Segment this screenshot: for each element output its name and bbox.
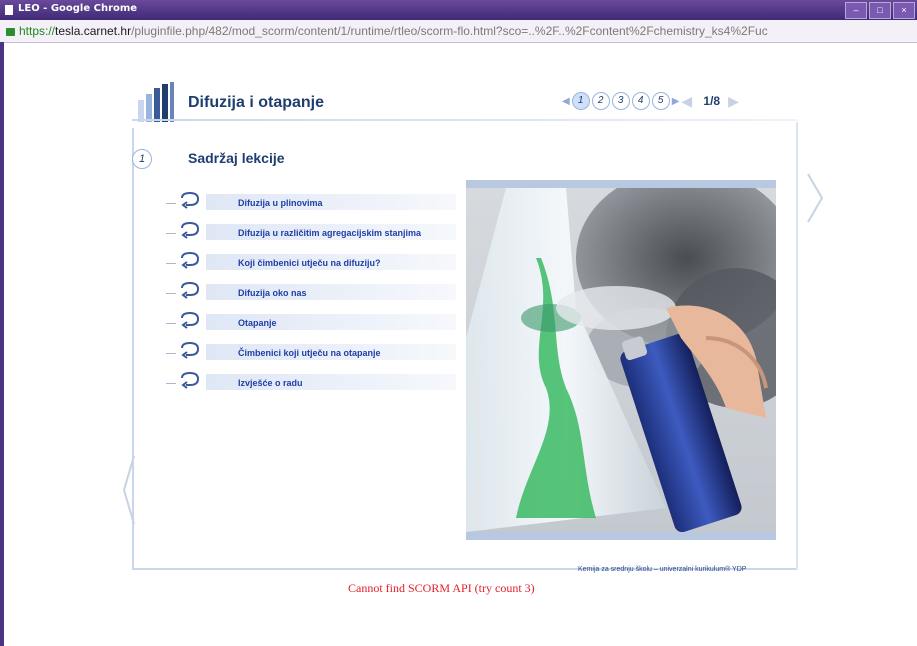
page-button-5[interactable]: 5 xyxy=(651,92,670,110)
lesson-logo-icon xyxy=(134,82,178,128)
menu-item[interactable]: Izvješće o radu xyxy=(166,370,464,400)
diffusion-illustration-image xyxy=(466,188,776,532)
page-button-4[interactable]: 4 xyxy=(631,92,650,110)
address-bar[interactable]: https://tesla.carnet.hr/pluginfile.php/4… xyxy=(0,20,917,43)
menu-item[interactable]: Otapanje xyxy=(166,310,464,340)
menu-item-label: Koji čimbenici utječu na difuziju? xyxy=(238,258,381,268)
window-controls: – □ × xyxy=(845,2,915,19)
content-frame-right xyxy=(796,122,798,570)
page-button-3[interactable]: 3 xyxy=(611,92,630,110)
pager-prev-small-icon[interactable]: ◀ xyxy=(562,96,570,107)
padlock-icon xyxy=(6,27,15,36)
previous-slide-arrow-icon[interactable] xyxy=(122,454,136,526)
page-counter: 1/8 xyxy=(703,94,721,108)
page-button-2[interactable]: 2 xyxy=(591,92,610,110)
lesson-menu: Difuzija u plinovima Difuzija u različit… xyxy=(166,190,464,400)
loop-arrow-icon xyxy=(181,191,200,209)
header-divider xyxy=(132,119,797,121)
menu-item-label: Difuzija oko nas xyxy=(238,288,307,298)
menu-item[interactable]: Difuzija u različitim agregacijskim stan… xyxy=(166,220,464,250)
loop-arrow-icon xyxy=(181,311,200,329)
loop-arrow-icon xyxy=(181,341,200,359)
section-number: 1 xyxy=(132,149,152,169)
next-page-icon[interactable]: ▶ xyxy=(728,93,742,109)
loop-arrow-icon xyxy=(181,251,200,269)
menu-item[interactable]: Difuzija u plinovima xyxy=(166,190,464,220)
menu-item-label: Otapanje xyxy=(238,318,277,328)
close-button[interactable]: × xyxy=(893,2,915,19)
url-path: /pluginfile.php/482/mod_scorm/content/1/… xyxy=(131,24,768,38)
menu-item[interactable]: Čimbenici koji utječu na otapanje xyxy=(166,340,464,370)
url-host: tesla.carnet.hr xyxy=(55,24,132,38)
footer-credit: Kemija za srednju školu – univerzalni ku… xyxy=(578,566,747,573)
next-slide-arrow-icon[interactable] xyxy=(806,172,824,224)
section-title: Sadržaj lekcije xyxy=(188,150,285,166)
lesson-title: Difuzija i otapanje xyxy=(188,94,325,111)
loop-arrow-icon xyxy=(181,281,200,299)
lesson-player: Difuzija i otapanje ◀ 1 2 3 4 5 ▶ ◀ 1/8 … xyxy=(122,82,824,574)
menu-item[interactable]: Difuzija oko nas xyxy=(166,280,464,310)
minimize-button[interactable]: – xyxy=(845,2,867,19)
window-title: LEO - Google Chrome xyxy=(18,3,138,14)
window-titlebar: LEO - Google Chrome – □ × xyxy=(0,0,917,20)
scorm-error-message: Cannot find SCORM API (try count 3) xyxy=(348,581,535,595)
lesson-illustration xyxy=(466,180,776,540)
menu-item[interactable]: Koji čimbenici utječu na difuziju? xyxy=(166,250,464,280)
url-scheme: https:// xyxy=(19,24,56,38)
page-button-1[interactable]: 1 xyxy=(571,92,590,110)
menu-item-label: Difuzija u plinovima xyxy=(238,198,323,208)
maximize-button[interactable]: □ xyxy=(869,2,891,19)
menu-item-label: Difuzija u različitim agregacijskim stan… xyxy=(238,228,422,238)
previous-page-icon[interactable]: ◀ xyxy=(681,93,695,109)
menu-item-label: Čimbenici koji utječu na otapanje xyxy=(238,348,381,358)
menu-item-label: Izvješće o radu xyxy=(238,378,303,388)
window-left-border xyxy=(0,42,4,646)
loop-arrow-icon xyxy=(181,371,200,389)
loop-arrow-icon xyxy=(181,221,200,239)
pager-next-small-icon[interactable]: ▶ xyxy=(672,96,680,107)
page-navigation: ◀ 1 2 3 4 5 ▶ ◀ 1/8 ▶ xyxy=(562,92,742,110)
document-icon xyxy=(5,5,13,15)
